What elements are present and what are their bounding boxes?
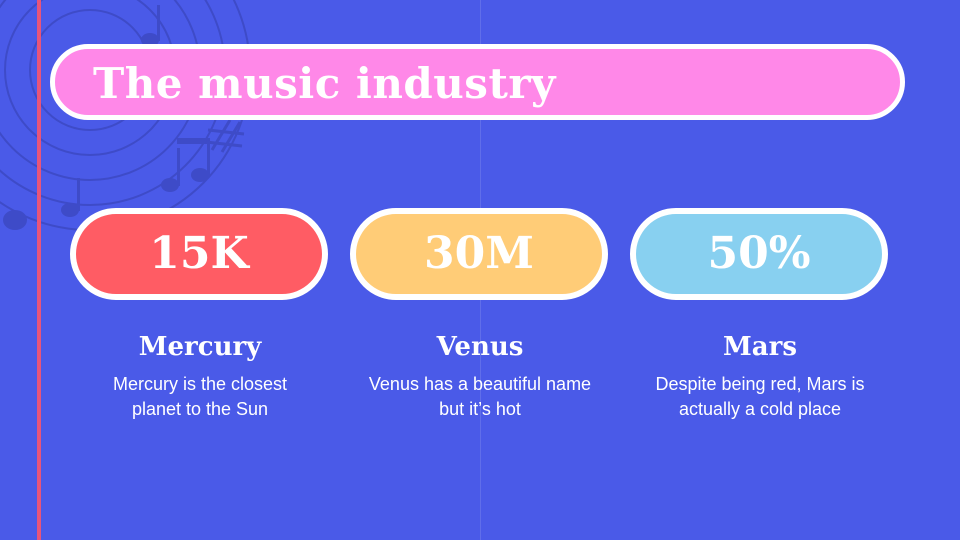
column-title-mercury: Mercury [138,332,262,362]
stat-value-venus: 30M [424,228,534,279]
stat-value-mars: 50% [707,228,811,279]
stat-pill-venus: 30M [350,208,608,300]
column-title-venus: Venus [436,332,524,362]
stat-pill-mercury: 15K [70,208,328,300]
column-desc-mars: Despite being red, Mars is actually a co… [655,374,865,419]
page-title: The music industry [93,59,556,108]
column-title-mars: Mars [723,332,797,362]
title-banner: The music industry [50,44,905,120]
stat-value-mercury: 15K [149,228,249,279]
slide: The music industry 15K 30M 50% Mercury V… [0,0,960,540]
accent-vertical-line [37,0,41,540]
column-desc-venus: Venus has a beautiful name but it’s hot [368,374,592,419]
stat-pill-mars: 50% [630,208,888,300]
column-desc-mercury: Mercury is the closest planet to the Sun [112,374,288,419]
